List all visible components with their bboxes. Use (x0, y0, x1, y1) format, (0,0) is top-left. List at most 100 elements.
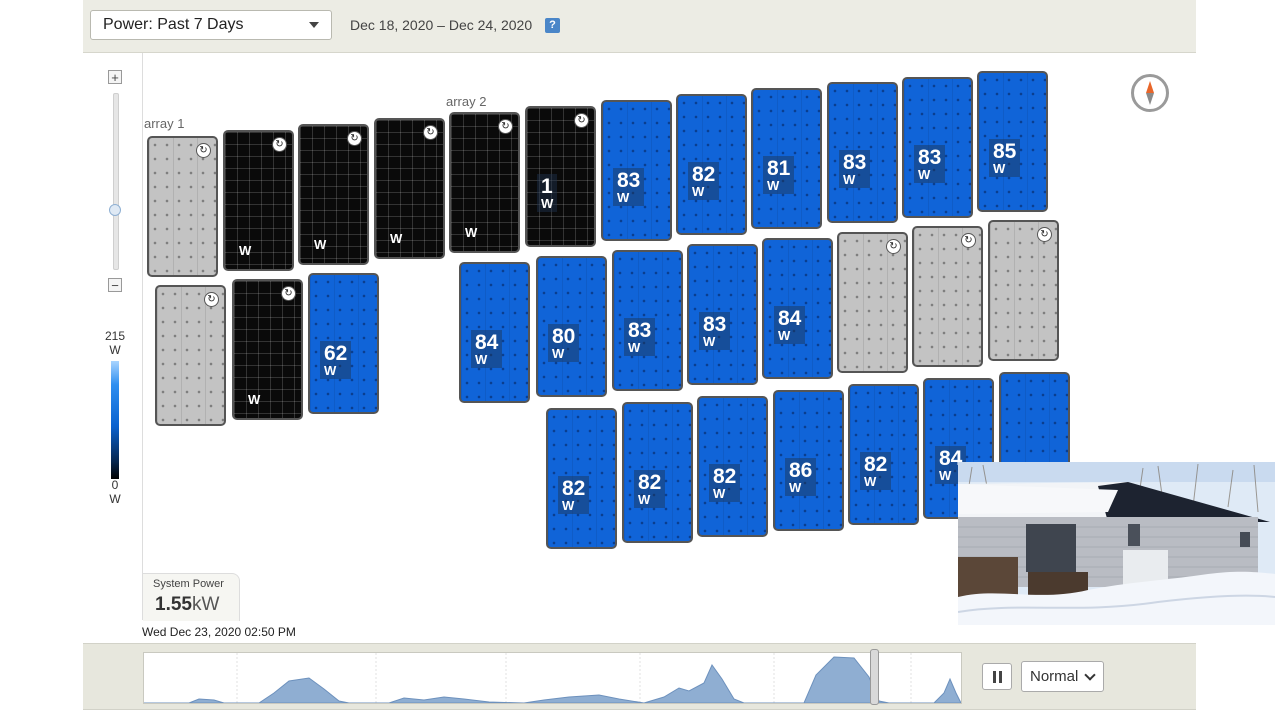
solar-panel[interactable]: ↻ W (298, 124, 369, 265)
solar-panel[interactable]: 83 W (601, 100, 672, 241)
solar-panel[interactable]: 84 W (762, 238, 833, 379)
timeline-bar: Normal (83, 643, 1196, 710)
panel-power-value: 1 (541, 175, 553, 198)
solar-panel[interactable]: 82 W (697, 396, 768, 537)
panel-power-badge: 84 W (774, 306, 806, 344)
panel-power-unit: W (918, 167, 931, 182)
zoom-and-legend-bar: + − 215 W 0 W (83, 53, 143, 620)
panel-power-unit: W (789, 480, 802, 495)
solar-panel[interactable]: 80 W (536, 256, 607, 397)
panel-power-badge: 80 W (548, 324, 580, 362)
system-power-label: System Power (153, 578, 224, 590)
house-photo (958, 462, 1275, 625)
solar-panel[interactable]: 83 W (687, 244, 758, 385)
panel-power-unit: W (324, 363, 337, 378)
panel-power-unit: W (390, 231, 403, 246)
zoom-out-button[interactable]: − (108, 278, 122, 292)
panel-comm-icon: ↻ (961, 233, 976, 248)
panel-power-value: 83 (843, 151, 867, 174)
solar-panel[interactable]: ↻ (837, 232, 908, 373)
solar-panel[interactable]: 82 W (676, 94, 747, 235)
panel-power-badge: 83 W (699, 312, 731, 350)
panel-power-value: 82 (562, 477, 586, 500)
timeline-scrubber[interactable] (870, 649, 879, 705)
panel-power-value: 83 (703, 313, 727, 336)
date-range: Dec 18, 2020 – Dec 24, 2020 (350, 17, 533, 33)
system-power-unit: kW (191, 594, 220, 615)
zoom-slider-thumb[interactable] (109, 204, 121, 216)
solar-panel[interactable]: 85 W (977, 71, 1048, 212)
legend-max-value: 215 (104, 329, 126, 343)
panel-power-unit: W (703, 334, 716, 349)
panel-power-value: 83 (918, 146, 942, 169)
panel-power-badge: W (310, 236, 330, 253)
panel-power-badge: W (461, 224, 481, 241)
panel-power-badge: W (235, 242, 255, 259)
panel-power-value: 80 (552, 325, 576, 348)
solar-panel[interactable]: ↻ W (449, 112, 520, 253)
system-power-value: 1.55 (155, 594, 192, 615)
solar-panel[interactable]: 84 W (459, 262, 530, 403)
panel-power-unit: W (552, 346, 565, 361)
solar-panel[interactable]: 83 W (902, 77, 973, 218)
power-color-scale (111, 361, 119, 479)
panel-power-badge: 83 W (914, 145, 946, 183)
panel-power-badge: 86 W (785, 458, 817, 496)
speed-select[interactable]: Normal (1021, 661, 1104, 692)
panel-power-unit: W (692, 184, 705, 199)
panel-power-value: 84 (778, 307, 802, 330)
power-history-sparkline[interactable] (143, 649, 962, 705)
help-icon[interactable]: ? (545, 18, 560, 33)
solar-panel[interactable]: 82 W (848, 384, 919, 525)
panel-comm-icon: ↻ (574, 113, 589, 128)
panel-comm-icon: ↻ (886, 239, 901, 254)
solar-panel[interactable]: 81 W (751, 88, 822, 229)
solar-panel[interactable]: 82 W (622, 402, 693, 543)
pause-button[interactable] (982, 663, 1012, 690)
solar-panel[interactable]: ↻ W (374, 118, 445, 259)
array-1-label: array 1 (144, 116, 185, 131)
panel-power-value: 62 (324, 342, 348, 365)
solar-panel[interactable]: 83 W (612, 250, 683, 391)
panel-power-badge: 81 W (763, 156, 795, 194)
solar-panel[interactable]: ↻ (988, 220, 1059, 361)
solar-panel[interactable]: ↻ 1 W (525, 106, 596, 247)
solar-panel[interactable]: 86 W (773, 390, 844, 531)
panel-power-value: 82 (864, 453, 888, 476)
zoom-in-button[interactable]: + (108, 70, 122, 84)
panel-power-unit: W (314, 237, 327, 252)
panel-comm-icon: ↻ (272, 137, 287, 152)
panel-power-unit: W (864, 474, 877, 489)
range-select[interactable]: Power: Past 7 Days (90, 10, 332, 40)
system-power-reading: 1.55kW (155, 594, 219, 616)
panel-power-badge: 82 W (634, 470, 666, 508)
solar-panel[interactable]: 82 W (546, 408, 617, 549)
compass-icon[interactable] (1131, 74, 1169, 112)
solar-panel[interactable]: ↻ W (232, 279, 303, 420)
panel-power-unit: W (993, 161, 1006, 176)
panel-power-value: 82 (638, 471, 662, 494)
panel-power-badge: 83 W (613, 168, 645, 206)
solar-panel[interactable]: ↻ (147, 136, 218, 277)
solar-panel[interactable]: ↻ (155, 285, 226, 426)
system-power-box: System Power 1.55kW (143, 573, 240, 621)
panel-power-value: 82 (713, 465, 737, 488)
panel-power-badge: 83 W (624, 318, 656, 356)
panel-comm-icon: ↻ (1037, 227, 1052, 242)
panel-power-unit: W (562, 498, 575, 513)
legend-min-unit: W (109, 492, 121, 506)
solar-panel[interactable]: 62 W (308, 273, 379, 414)
solar-panel[interactable]: ↻ (912, 226, 983, 367)
panel-comm-icon: ↻ (196, 143, 211, 158)
panel-power-value: 85 (993, 140, 1017, 163)
panel-power-value: 83 (617, 169, 641, 192)
solar-panel[interactable]: ↻ W (223, 130, 294, 271)
panel-power-badge: 82 W (709, 464, 741, 502)
zoom-slider-track[interactable] (113, 93, 119, 270)
panel-comm-icon: ↻ (281, 286, 296, 301)
panel-power-unit: W (778, 328, 791, 343)
current-timestamp: Wed Dec 23, 2020 02:50 PM (142, 625, 296, 639)
panel-power-unit: W (638, 492, 651, 507)
chevron-down-icon (1084, 669, 1096, 681)
solar-panel[interactable]: 83 W (827, 82, 898, 223)
